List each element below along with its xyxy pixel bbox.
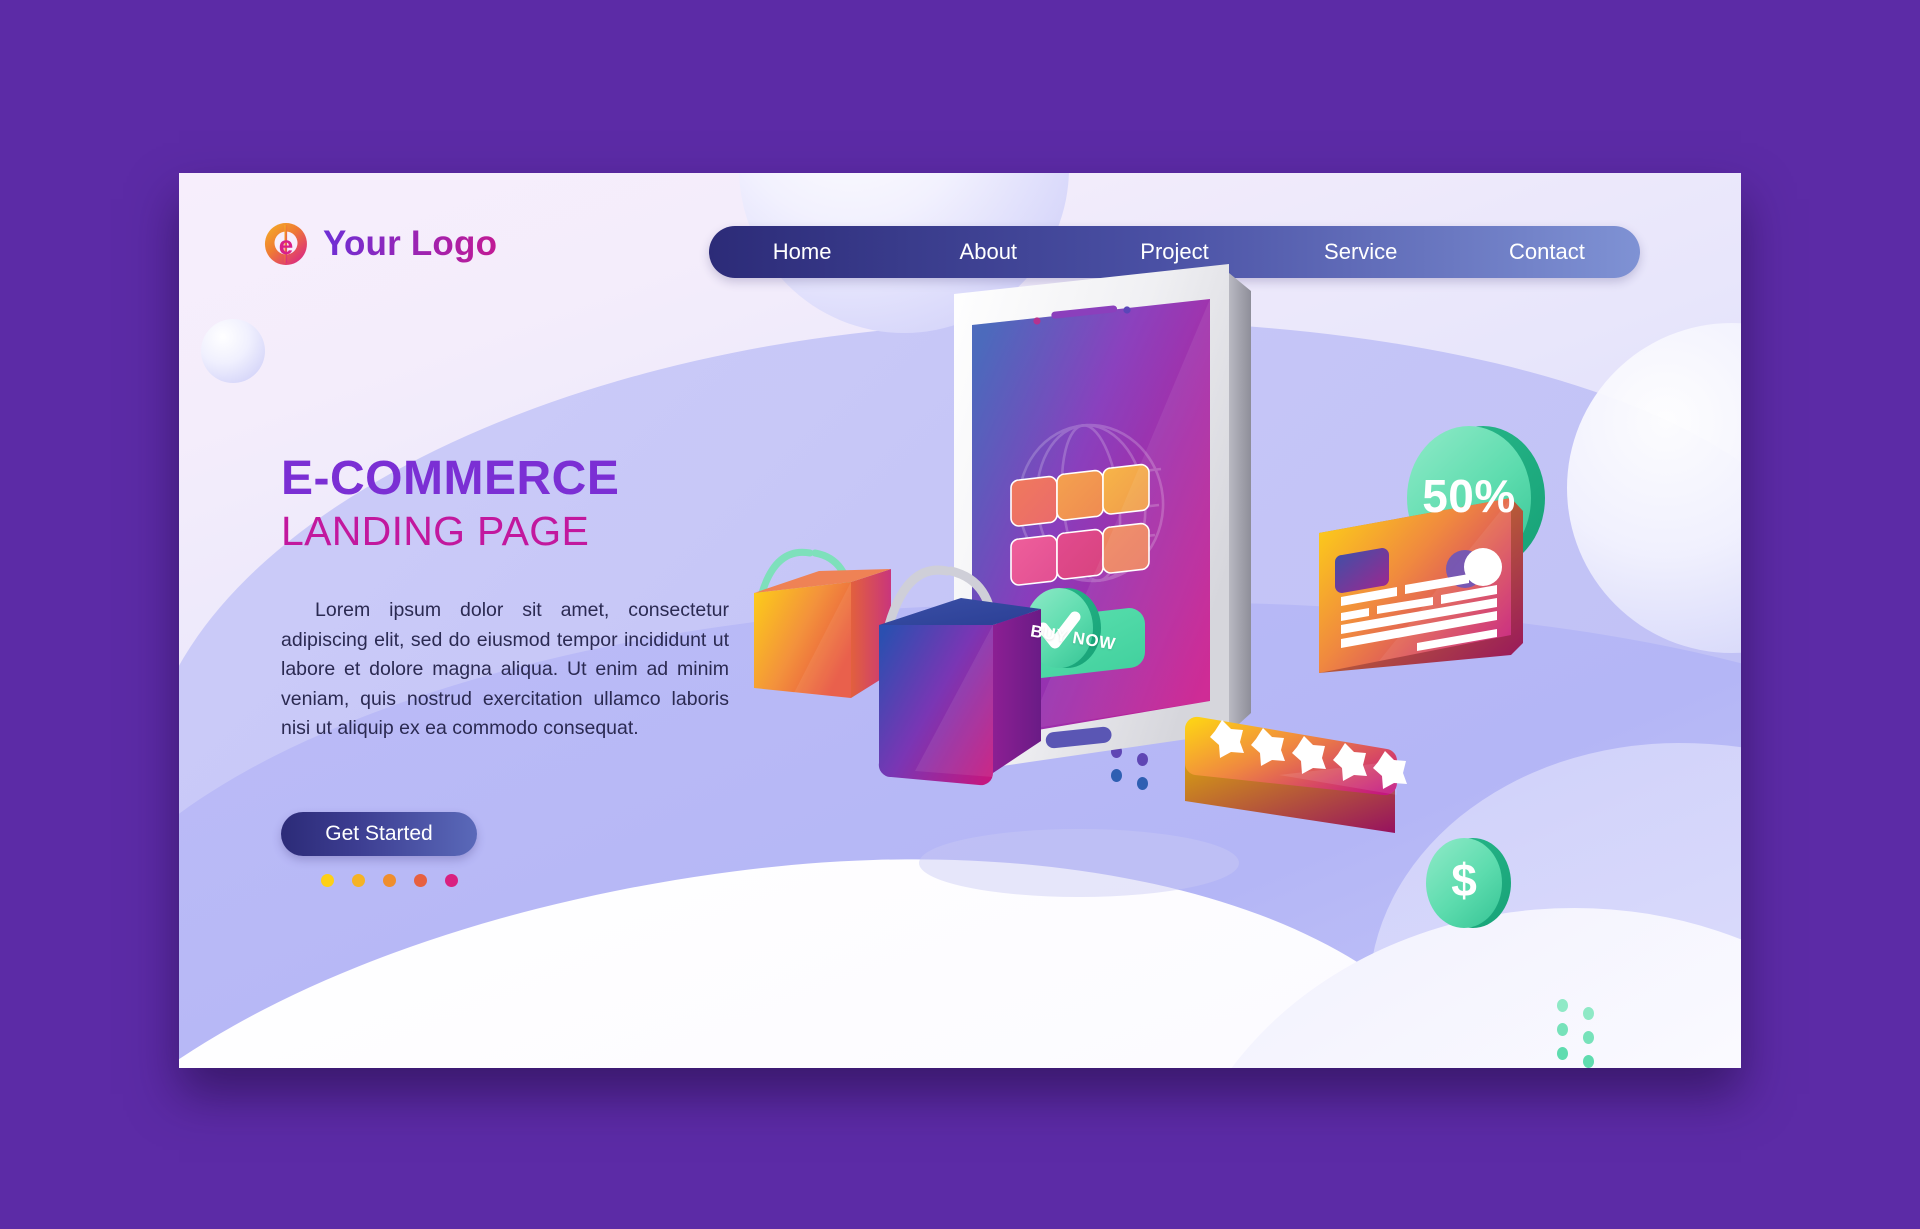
discount-label: 50% xyxy=(1422,470,1516,522)
hero-illustration: BUY NOW 50% $ xyxy=(179,173,1741,1068)
star-rating-bar xyxy=(1184,716,1407,833)
page-root: e Your Logo Home About Project Service C… xyxy=(0,0,1920,1229)
dollar-sign-label: $ xyxy=(1451,854,1477,906)
landing-page-card: e Your Logo Home About Project Service C… xyxy=(179,173,1741,1068)
shopping-bag-orange xyxy=(754,548,891,698)
credit-card xyxy=(1319,498,1523,673)
